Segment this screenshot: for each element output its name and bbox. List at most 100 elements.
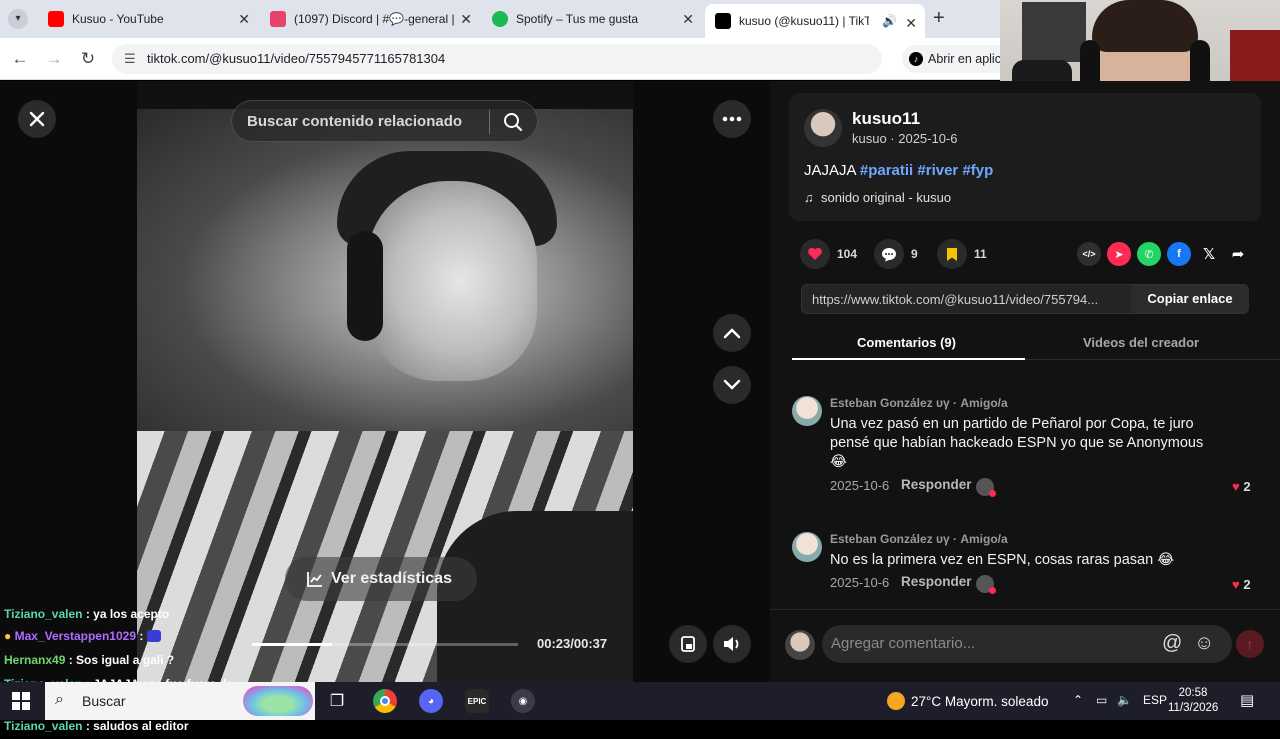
comment-item: Esteban González υγ · Amigo/a No es la p… xyxy=(792,532,1262,602)
forward-button[interactable]: → xyxy=(43,48,65,70)
whatsapp-icon[interactable]: ✆ xyxy=(1137,242,1161,266)
youtube-icon xyxy=(48,11,64,27)
tab-youtube[interactable]: Kusuo - YouTube ✕ xyxy=(38,0,258,38)
new-tab-button[interactable]: + xyxy=(933,7,945,30)
next-video-button[interactable] xyxy=(713,366,751,404)
volume-button[interactable] xyxy=(713,625,751,663)
user-avatar xyxy=(785,630,815,660)
comment-text: No es la primera vez en ESPN, cosas rara… xyxy=(830,552,1175,568)
search-icon[interactable] xyxy=(502,111,524,133)
comment-item: Esteban González υγ · Amigo/a Una vez pa… xyxy=(792,396,1262,516)
discord-icon[interactable]: ◕ xyxy=(419,689,443,713)
tab-discord[interactable]: (1097) Discord | #💬-general | ✕ xyxy=(260,0,480,38)
reload-button[interactable]: ↻ xyxy=(77,48,99,70)
volume-icon[interactable]: 🔈 xyxy=(1117,693,1132,707)
notification-icon[interactable]: ▤ xyxy=(1240,691,1254,709)
system-clock[interactable]: 20:58 11/3/2026 xyxy=(1168,686,1218,716)
floating-player-button[interactable] xyxy=(669,625,707,663)
windows-taskbar: ⌕ Buscar ❐ ◕ EPIC ◉ 27°C Mayorm. soleado… xyxy=(0,682,1280,720)
heart-icon: ♥ xyxy=(1232,577,1240,592)
hashtag-link[interactable]: #river xyxy=(917,162,958,179)
back-button[interactable]: ← xyxy=(9,48,31,70)
embed-icon[interactable]: </> xyxy=(1077,242,1101,266)
more-dots-icon xyxy=(722,116,742,122)
reply-button[interactable]: Responder xyxy=(901,477,972,492)
chat-text: : ya los acepto xyxy=(85,607,170,621)
chevron-up-icon xyxy=(723,328,741,339)
share-arrow-icon[interactable]: ➦ xyxy=(1226,242,1250,266)
commenter-name[interactable]: Esteban González υγ · Amigo/a xyxy=(830,532,1008,546)
commenter-avatar[interactable] xyxy=(792,532,822,562)
url-field[interactable]: ☰ tiktok.com/@kusuo11/video/755794577116… xyxy=(112,44,882,74)
x-twitter-icon[interactable]: 𝕏 xyxy=(1197,242,1221,266)
tab-title: Spotify – Tus me gusta xyxy=(516,12,639,26)
language-indicator[interactable]: ESP xyxy=(1143,693,1167,707)
tray-chevron-icon[interactable]: ⌃ xyxy=(1073,693,1083,707)
share-link-text: https://www.tiktok.com/@kusuo11/video/75… xyxy=(812,292,1099,307)
like-count: 104 xyxy=(837,247,858,261)
network-icon[interactable]: ▭ xyxy=(1096,693,1107,707)
post-caption: JAJAJA #paratii #river #fyp xyxy=(804,162,1014,179)
previous-video-button[interactable] xyxy=(713,314,751,352)
facebook-icon[interactable]: f xyxy=(1167,242,1191,266)
video-progress-bar[interactable] xyxy=(252,643,518,646)
chat-text: : saludos al editor xyxy=(85,719,189,733)
chat-message: ● Max_Verstappen1029 : xyxy=(4,629,161,643)
share-link-field[interactable]: https://www.tiktok.com/@kusuo11/video/75… xyxy=(801,284,1249,314)
comment-button[interactable]: 9 xyxy=(874,239,918,269)
close-tab-icon[interactable]: ✕ xyxy=(682,11,694,28)
commenter-name[interactable]: Esteban González υγ · Amigo/a xyxy=(830,396,1008,410)
windows-start-icon[interactable] xyxy=(12,692,30,710)
close-tab-icon[interactable]: ✕ xyxy=(460,11,472,28)
progress-fill xyxy=(252,643,332,646)
copy-link-button[interactable]: Copiar enlace xyxy=(1131,285,1249,313)
weather-widget[interactable]: 27°C Mayorm. soleado xyxy=(887,692,1048,710)
hashtag-link[interactable]: #paratii xyxy=(860,162,913,179)
send-to-friend-icon[interactable]: ➤ xyxy=(1107,242,1131,266)
tab-tiktok[interactable]: kusuo (@kusuo11) | TikTok 🔊 ✕ xyxy=(705,4,925,38)
like-button[interactable]: 104 xyxy=(800,239,857,269)
tab-creator-videos[interactable]: Videos del creador xyxy=(1083,335,1199,350)
save-button[interactable]: 11 xyxy=(937,239,987,269)
obs-icon[interactable]: ◉ xyxy=(511,689,535,713)
comment-text: Una vez pasó en un partido de Peñarol po… xyxy=(830,416,1204,470)
post-comment-button[interactable]: ↑ xyxy=(1236,630,1264,658)
site-settings-icon[interactable]: ☰ xyxy=(124,44,136,74)
taskbar-search[interactable]: ⌕ Buscar xyxy=(45,682,315,720)
badge-icon: ● xyxy=(4,629,12,643)
comment-input[interactable]: Agregar comentario... @ ☺ xyxy=(822,625,1232,663)
epic-games-icon[interactable]: EPIC xyxy=(465,689,489,713)
open-in-app-button[interactable]: ♪ Abrir en aplicación xyxy=(902,45,1012,73)
close-tab-icon[interactable]: ✕ xyxy=(905,15,917,32)
chrome-icon[interactable] xyxy=(373,689,397,713)
more-options-button[interactable] xyxy=(713,100,751,138)
related-search-input[interactable]: Buscar contenido relacionado xyxy=(231,100,538,142)
creator-avatar[interactable] xyxy=(804,109,842,147)
mention-icon[interactable]: @ xyxy=(1162,632,1182,655)
comment-like-button[interactable]: ♥ 2 xyxy=(1232,577,1251,592)
tab-comments[interactable]: Comentarios (9) xyxy=(857,335,956,350)
close-video-button[interactable] xyxy=(18,100,56,138)
sound-link[interactable]: ♫ sonido original - kusuo xyxy=(804,190,951,205)
speaker-icon[interactable]: 🔊 xyxy=(882,14,897,28)
view-stats-button[interactable]: Ver estadísticas xyxy=(285,557,477,601)
weather-text: 27°C Mayorm. soleado xyxy=(911,694,1049,709)
creator-username[interactable]: kusuo11 xyxy=(852,109,920,129)
reply-button[interactable]: Responder xyxy=(901,574,972,589)
task-view-icon[interactable]: ❐ xyxy=(325,689,349,713)
save-count: 11 xyxy=(974,247,987,261)
tiktok-icon: ♪ xyxy=(909,52,923,66)
comment-like-count: 2 xyxy=(1243,577,1251,592)
comment-icon xyxy=(874,239,904,269)
tab-spotify[interactable]: Spotify – Tus me gusta ✕ xyxy=(482,0,702,38)
wall-poster xyxy=(1022,2,1086,62)
comment-like-button[interactable]: ♥ 2 xyxy=(1232,479,1251,494)
hashtag-link[interactable]: #fyp xyxy=(962,162,993,179)
emoji-icon[interactable]: ☺ xyxy=(1194,632,1214,655)
view-stats-label: Ver estadísticas xyxy=(331,570,452,587)
video-player-area: Buscar contenido relacionado Ver estadís… xyxy=(0,81,770,733)
close-tab-icon[interactable]: ✕ xyxy=(238,11,250,28)
commenter-avatar[interactable] xyxy=(792,396,822,426)
tab-search-dropdown[interactable]: ▾ xyxy=(8,9,28,29)
search-icon: ⌕ xyxy=(55,691,64,708)
